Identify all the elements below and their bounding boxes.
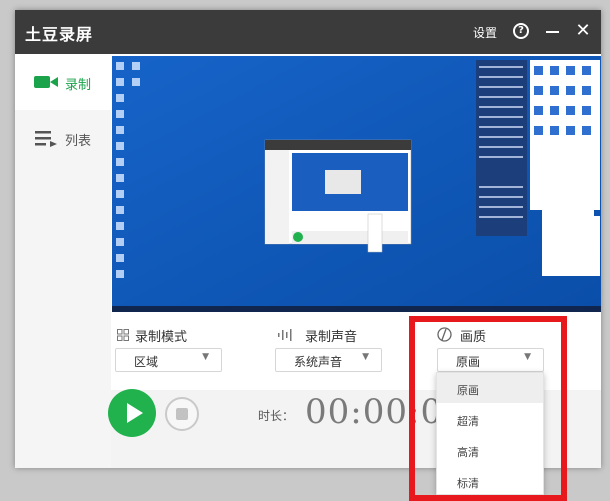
sidebar-item-record[interactable]: 录制	[15, 54, 111, 110]
quality-label: 画质	[460, 330, 487, 345]
stop-record-button[interactable]	[165, 397, 199, 431]
app-title: 土豆录屏	[25, 25, 94, 44]
record-audio-label: 录制声音	[305, 330, 358, 345]
sidebar: 录制 列表	[15, 54, 111, 468]
record-mode-value: 区域	[134, 355, 159, 369]
record-mode-dropdown[interactable]: 区域 ▼	[115, 348, 222, 372]
menu-item-label: 原画	[457, 384, 479, 397]
menu-item-label: 高清	[457, 446, 479, 459]
quality-dropdown[interactable]: 原画 ▼	[437, 348, 544, 372]
video-camera-icon	[34, 76, 58, 88]
desktop-preview-image	[112, 56, 601, 312]
menu-item-label: 超清	[457, 415, 479, 428]
close-icon[interactable]: ✕	[575, 22, 591, 40]
quality-icon	[437, 327, 452, 342]
title-bar: 土豆录屏 设置 ? ✕	[15, 10, 601, 54]
sidebar-item-list[interactable]: 列表	[15, 110, 111, 166]
chevron-down-icon: ▼	[202, 352, 209, 362]
record-mode-label: 录制模式	[135, 330, 188, 345]
list-icon	[35, 131, 57, 147]
quality-option-ultra[interactable]: 超清	[437, 404, 543, 434]
sound-wave-icon	[278, 329, 292, 341]
duration-label: 时长：	[258, 409, 295, 423]
settings-button[interactable]: 设置	[473, 24, 497, 41]
chevron-down-icon: ▼	[362, 352, 369, 362]
record-audio-dropdown[interactable]: 系统声音 ▼	[275, 348, 382, 372]
sidebar-item-label: 列表	[65, 134, 92, 149]
record-audio-value: 系统声音	[294, 355, 343, 369]
quality-option-high[interactable]: 高清	[437, 435, 543, 465]
sidebar-item-label: 录制	[65, 78, 92, 93]
screen-preview[interactable]	[112, 56, 601, 312]
help-icon[interactable]: ?	[513, 23, 529, 39]
start-record-button[interactable]	[108, 389, 156, 437]
play-icon	[127, 403, 143, 423]
menu-item-label: 标清	[457, 477, 479, 490]
stop-icon	[176, 408, 188, 420]
quality-value: 原画	[456, 355, 481, 369]
chevron-down-icon: ▼	[524, 352, 531, 362]
quality-option-standard[interactable]: 标清	[437, 466, 543, 496]
minimize-icon[interactable]	[546, 31, 559, 33]
grid-icon	[117, 329, 129, 341]
quality-option-original[interactable]: 原画	[437, 373, 543, 403]
quality-menu: 原画 超清 高清 标清	[436, 372, 544, 495]
